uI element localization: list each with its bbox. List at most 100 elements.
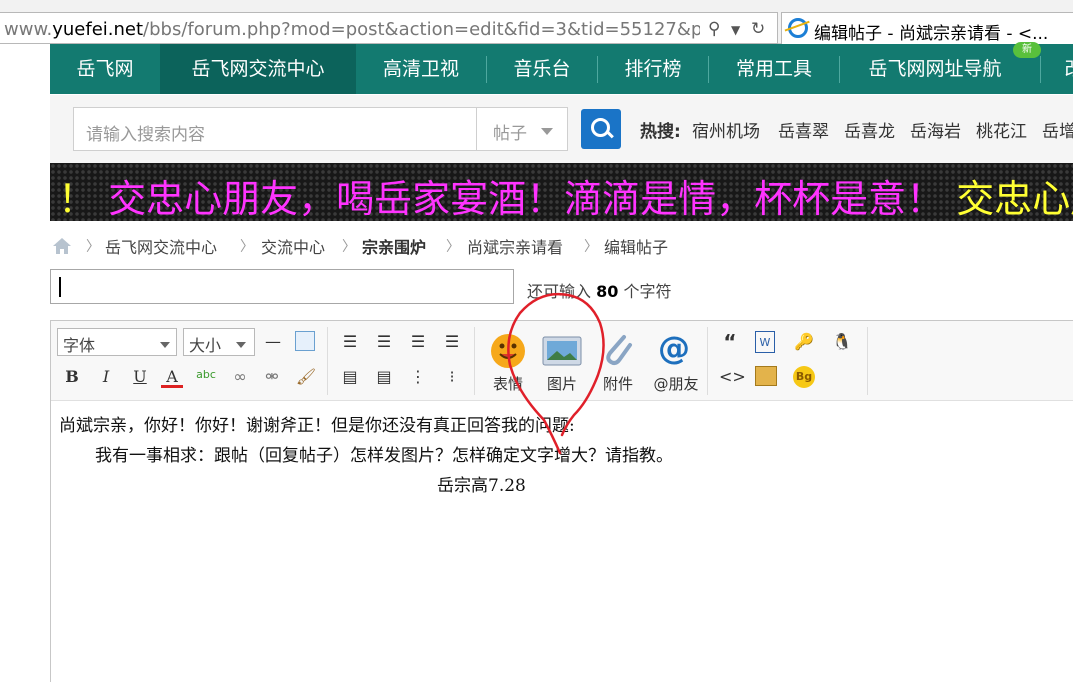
mention-button[interactable]: @ @朋友 [648,329,704,395]
word-paste-icon[interactable]: W [755,331,775,353]
chevron-down-icon [236,342,246,348]
home-icon[interactable] [52,237,72,255]
code-icon[interactable]: <> [719,366,746,388]
attachment-label: 附件 [602,375,633,393]
horizontal-rule-icon[interactable]: — [262,331,284,353]
breadcrumb-item[interactable]: 尚斌宗亲请看 [467,234,563,258]
breadcrumb-item[interactable]: 交流中心 [261,234,325,258]
quote-icon[interactable]: “ [719,331,741,353]
align-right-icon[interactable]: ☰ [407,331,429,353]
hot-word[interactable]: 岳海岩 [910,117,961,142]
search-type-label: 帖子 [493,124,527,144]
editor-toolbar: 字体 大小 — B I U A abc ∞ ⚮ 🖌 ☰ ☰ ☰ ☰ ▤ ▤ ⋮ … [51,321,1073,401]
post-line: 尚斌宗亲，你好！你好！谢谢斧正！但是你还没有真正回答我的问题: [59,416,575,436]
tab-title: 编辑帖子 - 尚斌宗亲请看 - <... [814,24,1049,44]
nav-item-forum[interactable]: 岳飞网交流中心 [160,44,356,94]
hot-word[interactable]: 岳喜龙 [844,117,895,142]
paperclip-icon [606,335,632,365]
chevron-down-icon [541,128,553,135]
breadcrumb-current: 编辑帖子 [604,238,669,257]
italic-icon[interactable]: I [95,366,117,388]
qq-icon[interactable]: 🐧 [831,331,853,353]
breadcrumb-separator: 〉 [446,239,460,255]
nav-item-ranking[interactable]: 排行榜 [598,44,708,94]
browser-toolbar: www.yuefei.net/bbs/forum.php?mod=post&ac… [0,0,1073,44]
nav-item-tv[interactable]: 高清卫视 [356,44,486,94]
breadcrumb-separator: 〉 [342,239,356,255]
hot-word[interactable]: 宿州机场 [692,117,760,142]
nav-item-music[interactable]: 音乐台 [487,44,597,94]
highlight-icon[interactable]: abc [195,364,217,386]
table-icon[interactable] [295,331,315,351]
at-sign-icon: @ [658,329,690,367]
char-count: 还可输入 80 个字符 [527,282,672,301]
password-key-icon[interactable]: 🔑 [793,331,815,353]
refresh-icon[interactable]: ↻ [751,19,765,39]
post-signature: 岳宗高7.28 [437,476,526,496]
image-icon [542,336,582,366]
align-center-icon[interactable]: ☰ [373,331,395,353]
hot-word[interactable]: 桃花江 [976,117,1027,142]
ordered-list-icon[interactable]: ⋮ [407,366,429,388]
search-placeholder: 请输入搜索内容 [86,125,205,145]
font-family-select[interactable]: 字体 [57,328,177,356]
image-button[interactable]: 图片 [538,329,586,395]
search-type-select[interactable]: 帖子 [477,107,568,151]
led-banner: ！ 交忠心朋友，喝岳家宴酒！滴滴是情，杯杯是意！ 交忠心朋 [50,163,1073,221]
breadcrumb-item[interactable]: 宗亲围炉 [362,234,426,258]
nav-item-tools[interactable]: 常用工具 [709,44,839,94]
toolbar-divider [707,327,708,395]
text-caret [59,277,61,297]
browser-tab[interactable]: 编辑帖子 - 尚斌宗亲请看 - <... [781,12,1073,44]
breadcrumb-item[interactable]: 岳飞网交流中心 [105,234,217,258]
smiley-icon [491,334,525,368]
toolbar-divider [867,327,868,395]
new-badge: 新 [1013,42,1041,58]
search-bar: 请输入搜索内容 帖子 热搜: 宿州机场 岳喜翠 岳喜龙 岳海岩 桃花江 岳增 [50,95,1073,163]
toolbar-divider [327,327,328,395]
text-color-icon[interactable]: A [161,366,183,388]
breadcrumb-separator: 〉 [86,239,100,255]
link-icon[interactable]: ∞ [229,366,251,388]
breadcrumb-separator: 〉 [240,239,254,255]
justify-icon[interactable]: ☰ [441,331,463,353]
nav-item-more[interactable]: 改 [1054,44,1073,94]
unlink-icon[interactable]: ⚮ [261,366,283,388]
emoji-button[interactable]: 表情 [484,329,532,395]
background-icon[interactable]: Bg [793,366,815,388]
hot-word[interactable]: 岳增 [1042,117,1073,142]
toolbar-divider [474,327,475,395]
image-label: 图片 [546,375,577,393]
chevron-down-icon [160,342,170,348]
emoji-label: 表情 [492,375,523,393]
ie-logo-icon [788,18,808,38]
unordered-list-icon[interactable]: ⁝ [441,366,463,388]
float-right-icon[interactable]: ▤ [373,366,395,388]
font-size-select[interactable]: 大小 [183,328,255,356]
mention-label: @朋友 [653,375,699,393]
nav-item-directory[interactable]: 岳飞网网址导航 [840,44,1030,94]
attachment-button[interactable]: 附件 [594,329,642,395]
float-left-icon[interactable]: ▤ [339,366,361,388]
align-left-icon[interactable]: ☰ [339,331,361,353]
site-nav: 岳飞网 岳飞网交流中心 高清卫视 音乐台 排行榜 常用工具 岳飞网网址导航 改 … [50,42,1073,94]
hot-word[interactable]: 岳喜翠 [778,117,829,142]
url-text: www.yuefei.net/bbs/forum.php?mod=post&ac… [4,19,700,40]
banner-text: ！ 交忠心朋友，喝岳家宴酒！滴滴是情，杯杯是意！ 交忠心朋 [58,177,1073,221]
dropdown-icon[interactable]: ▼ [731,23,740,37]
post-editor: 字体 大小 — B I U A abc ∞ ⚮ 🖌 ☰ ☰ ☰ ☰ ▤ ▤ ⋮ … [50,320,1073,682]
insert-image-icon[interactable] [755,366,777,386]
clear-format-icon[interactable]: 🖌 [295,366,317,388]
search-icon[interactable]: ⚲ [708,19,720,39]
post-title-input[interactable] [50,269,514,304]
nav-item-home[interactable]: 岳飞网 [50,44,160,94]
underline-icon[interactable]: U [129,366,151,388]
hot-search-label: 热搜: [640,122,681,142]
breadcrumb-separator: 〉 [584,239,598,255]
search-input[interactable]: 请输入搜索内容 [73,107,477,151]
address-bar[interactable]: www.yuefei.net/bbs/forum.php?mod=post&ac… [0,12,778,44]
bold-icon[interactable]: B [61,366,83,388]
nav-divider [1040,56,1041,83]
post-line: 我有一事相求：跟帖（回复帖子）怎样发图片？怎样确定文字增大？请指教。 [95,446,673,466]
search-button[interactable] [581,109,621,149]
